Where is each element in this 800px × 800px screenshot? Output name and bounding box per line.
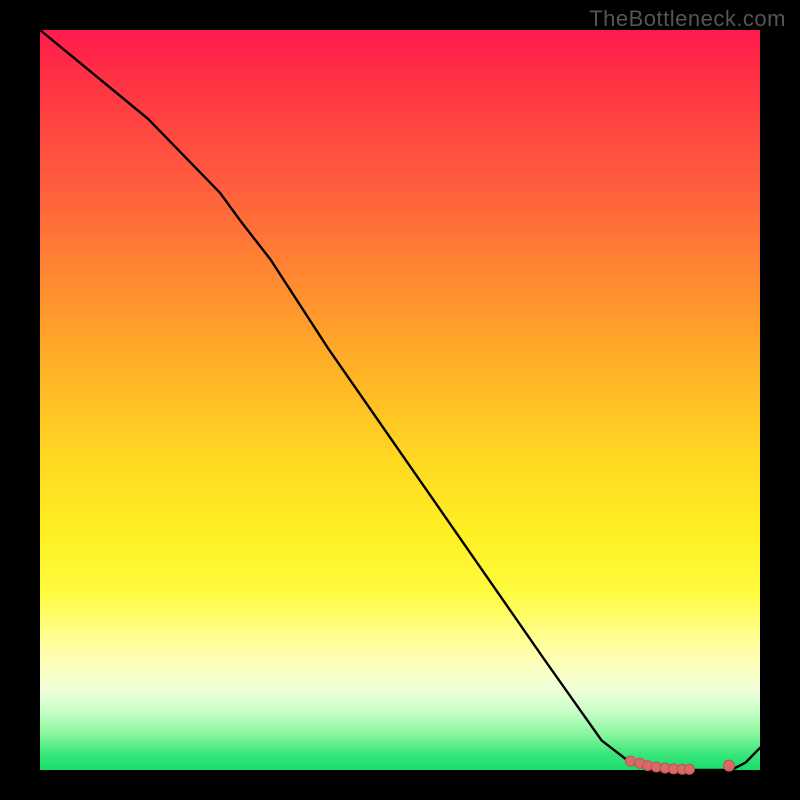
chart-frame: TheBottleneck.com: [0, 0, 800, 800]
plot-area: [40, 30, 760, 770]
marker-point: [684, 764, 694, 774]
marker-cluster: [625, 756, 734, 774]
chart-svg: [40, 30, 760, 770]
marker-point: [625, 756, 635, 766]
bottleneck-curve: [40, 30, 760, 770]
watermark-text: TheBottleneck.com: [589, 6, 786, 32]
marker-point: [724, 760, 735, 771]
